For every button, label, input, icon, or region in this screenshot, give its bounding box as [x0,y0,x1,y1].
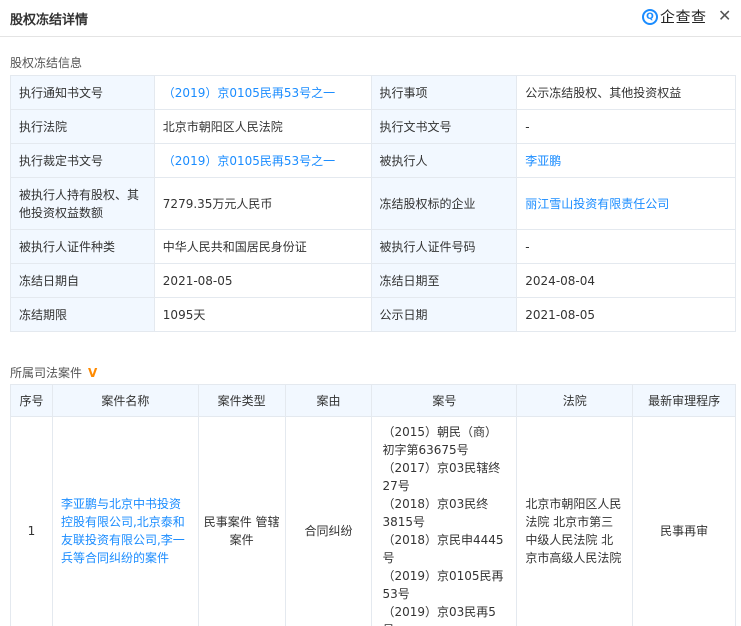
table-row: 被执行人持有股权、其他投资权益数额 7279.35万元人民币 冻结股权标的企业 … [10,177,736,230]
case-name-link[interactable]: 李亚鹏与北京中书投资控股有限公司,北京泰和友联投资有限公司,李一兵等合同纠纷的案… [61,497,185,565]
col-header-index: 序号 [10,384,53,417]
label-publish-date: 公示日期 [370,297,518,332]
logo-text: 企查查 [660,8,707,26]
header: 股权冻结详情 Q 企查查 ✕ [0,0,741,37]
col-header-case-name: 案件名称 [51,384,199,417]
table-header-row: 序号 案件名称 案件类型 案由 案号 法院 最新审理程序 [10,384,736,417]
label-target-company: 冻结股权标的企业 [370,177,518,230]
value-ruling-number: （2019）京0105民再53号之一 [153,143,372,178]
label-equity-amount: 被执行人持有股权、其他投资权益数额 [10,177,155,230]
label-ruling-number: 执行裁定书文号 [10,143,155,178]
col-header-court: 法院 [516,384,634,417]
case-number: （2017）京03民辖终27号 [382,461,501,493]
qichacha-logo: Q 企查查 [642,6,707,27]
value-freeze-period: 1095天 [153,297,372,332]
col-header-latest-procedure: 最新审理程序 [632,384,736,417]
section-title-freeze-info: 股权冻结信息 [10,56,83,70]
case-number: （2015）朝民（商）初字第63675号 [382,425,497,457]
label-execution-item: 执行事项 [370,75,518,110]
label-document-number: 执行文书文号 [370,109,518,144]
section-title-text: 所属司法案件 [10,366,83,380]
case-cause: 合同纠纷 [284,416,373,626]
value-freeze-to: 2024-08-04 [516,263,736,298]
col-header-case-type: 案件类型 [197,384,286,417]
value-notice-number: （2019）京0105民再53号之一 [153,75,372,110]
label-id-type: 被执行人证件种类 [10,229,155,264]
case-courts: 北京市朝阳区人民法院 北京市第三中级人民法院 北京市高级人民法院 [516,416,634,626]
case-number: （2019）京0105民再53号 [382,569,504,601]
section-title-judicial-cases: 所属司法案件 V [10,364,97,381]
ruling-number-link[interactable]: （2019）京0105民再53号之一 [163,154,335,168]
value-id-number: - [516,229,736,264]
table-row: 执行法院 北京市朝阳区人民法院 执行文书文号 - [10,109,736,144]
value-equity-amount: 7279.35万元人民币 [153,177,372,230]
label-notice-number: 执行通知书文号 [10,75,155,110]
case-name-cell: 李亚鹏与北京中书投资控股有限公司,北京泰和友联投资有限公司,李一兵等合同纠纷的案… [51,416,199,626]
col-header-cause: 案由 [284,384,373,417]
target-company-link[interactable]: 丽江雪山投资有限责任公司 [525,197,669,211]
value-publish-date: 2021-08-05 [516,297,736,332]
table-row: 执行裁定书文号 （2019）京0105民再53号之一 被执行人 李亚鹏 [10,143,736,178]
label-court: 执行法院 [10,109,155,144]
table-row: 冻结期限 1095天 公示日期 2021-08-05 [10,297,736,332]
label-executed-person: 被执行人 [370,143,518,178]
value-document-number: - [516,109,736,144]
notice-number-link[interactable]: （2019）京0105民再53号之一 [163,86,335,100]
label-freeze-from: 冻结日期自 [10,263,155,298]
case-number: （2018）京03民终3815号 [382,497,489,529]
table-row: 冻结日期自 2021-08-05 冻结日期至 2024-08-04 [10,263,736,298]
label-freeze-period: 冻结期限 [10,297,155,332]
case-number: （2018）京民申4445号 [382,533,504,565]
label-id-number: 被执行人证件号码 [370,229,518,264]
value-court: 北京市朝阳区人民法院 [153,109,372,144]
case-type: 民事案件 管辖案件 [197,416,286,626]
judicial-cases-table: 序号 案件名称 案件类型 案由 案号 法院 最新审理程序 1 李亚鹏与北京中书投… [10,384,736,626]
value-execution-item: 公示冻结股权、其他投资权益 [516,75,736,110]
case-number: （2019）京03民再5号 [382,605,496,626]
value-id-type: 中华人民共和国居民身份证 [153,229,372,264]
table-row: 被执行人证件种类 中华人民共和国居民身份证 被执行人证件号码 - [10,229,736,264]
logo-icon: Q [642,8,658,25]
v-badge-icon: V [88,366,98,380]
value-freeze-from: 2021-08-05 [153,263,372,298]
page-title: 股权冻结详情 [10,13,89,28]
table-row: 1 李亚鹏与北京中书投资控股有限公司,北京泰和友联投资有限公司,李一兵等合同纠纷… [10,416,736,626]
executed-person-link[interactable]: 李亚鹏 [525,154,561,168]
col-header-case-number: 案号 [371,384,518,417]
value-target-company: 丽江雪山投资有限责任公司 [516,177,736,230]
table-row: 执行通知书文号 （2019）京0105民再53号之一 执行事项 公示冻结股权、其… [10,75,736,110]
freeze-info-table: 执行通知书文号 （2019）京0105民再53号之一 执行事项 公示冻结股权、其… [10,75,736,332]
case-index: 1 [10,416,53,626]
close-icon[interactable]: ✕ [718,6,734,26]
value-executed-person: 李亚鹏 [516,143,736,178]
case-latest-procedure: 民事再审 [632,416,736,626]
label-freeze-to: 冻结日期至 [370,263,518,298]
case-numbers-cell: （2015）朝民（商）初字第63675号 （2017）京03民辖终27号 （20… [371,416,518,626]
